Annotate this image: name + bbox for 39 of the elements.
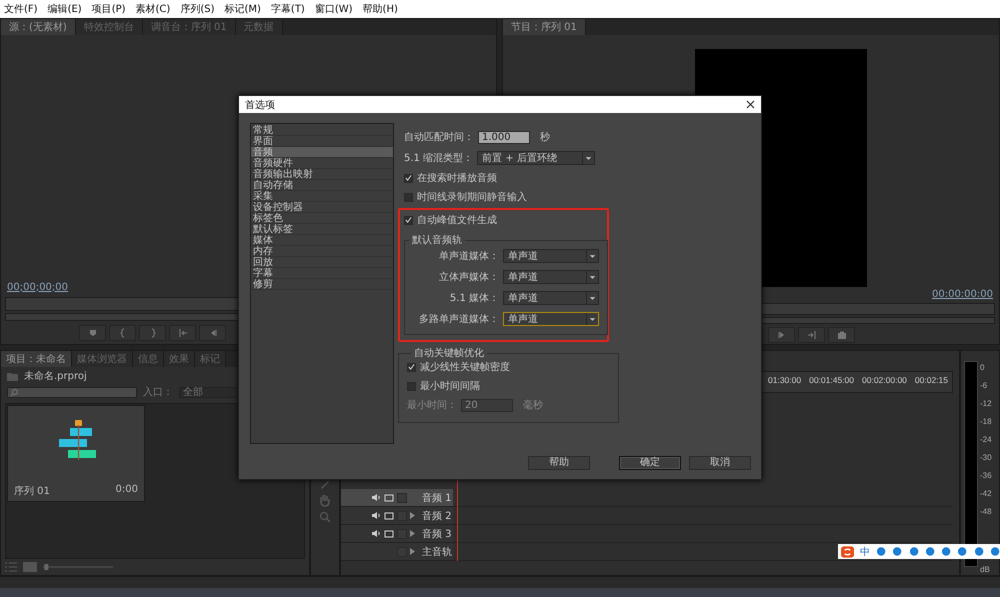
unit-label: 秒 bbox=[540, 130, 550, 144]
meter-scale-label: -12 bbox=[980, 399, 992, 408]
unit-label: 毫秒 bbox=[523, 398, 543, 412]
track-name: 音频 3 bbox=[422, 528, 452, 540]
checkbox-label: 自动峰值文件生成 bbox=[417, 214, 497, 227]
track-name: 音频 1 bbox=[422, 492, 452, 504]
ruler-label: 00:02:00:00 bbox=[862, 375, 907, 385]
field-label: 单声道媒体： bbox=[438, 250, 499, 263]
meter-unit: dB bbox=[980, 565, 991, 574]
ruler-label: 01:30:00 bbox=[768, 375, 802, 385]
sequence-duration: 0:00 bbox=[116, 484, 138, 497]
ruler-label: 00:01:45:00 bbox=[809, 375, 854, 385]
meter-scale-label: -24 bbox=[980, 435, 992, 444]
checkbox-label: 时间线录制期间静音输入 bbox=[417, 190, 527, 204]
sequence-name: 序列 01 bbox=[14, 484, 50, 498]
meter-scale-label: -18 bbox=[980, 417, 992, 426]
field-label: 最小时间： bbox=[407, 398, 457, 412]
track-name: 主音轨 bbox=[422, 546, 452, 558]
track-name: 音频 2 bbox=[422, 510, 452, 522]
field-label: 多路单声道媒体： bbox=[418, 312, 499, 326]
checkbox-label: 在搜索时播放音频 bbox=[417, 172, 497, 185]
field-label: 立体声媒体： bbox=[438, 270, 499, 284]
field-label: 5.1 媒体： bbox=[448, 292, 499, 305]
group-title: 自动关键帧优化 bbox=[413, 346, 485, 360]
meter-scale-label: -30 bbox=[980, 453, 992, 462]
group-title: 默认音频轨 bbox=[411, 234, 463, 247]
meter-scale-label: -48 bbox=[980, 507, 992, 516]
meter-scale-label: 0 bbox=[980, 363, 986, 372]
checkbox-label: 最小时间间隔 bbox=[420, 380, 480, 393]
meter-scale-label: -36 bbox=[980, 471, 992, 480]
in-label: 入口： bbox=[143, 386, 173, 399]
dialog-title: 首选项 bbox=[245, 98, 275, 112]
project-file-name: 未命名.prproj bbox=[24, 370, 87, 383]
field-label: 5.1 缩混类型： bbox=[404, 152, 474, 165]
ruler-label: 00:02:15 bbox=[914, 375, 948, 385]
checkbox-label: 减少线性关键帧密度 bbox=[420, 360, 510, 374]
meter-scale-label: -42 bbox=[980, 489, 992, 498]
field-label: 自动匹配时间： bbox=[404, 130, 474, 144]
meter-scale-label: -6 bbox=[980, 381, 988, 390]
